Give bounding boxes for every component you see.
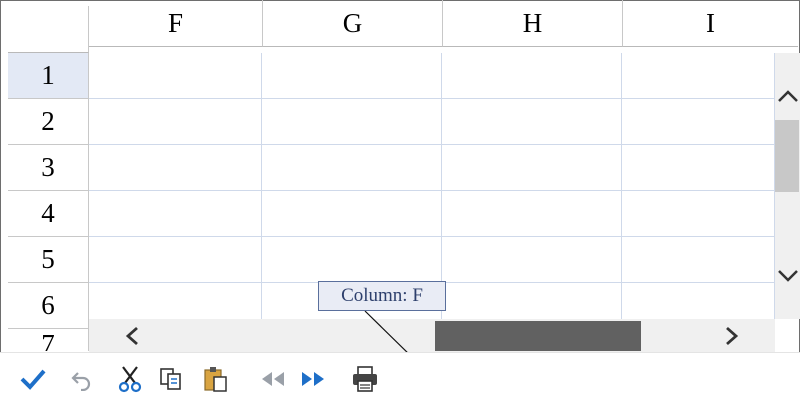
column-tooltip: Column: F xyxy=(318,281,446,311)
copy-icon[interactable] xyxy=(156,364,186,394)
undo-icon[interactable] xyxy=(66,364,96,394)
cut-icon[interactable] xyxy=(115,364,145,394)
checkmark-icon[interactable] xyxy=(18,364,48,394)
toolbar xyxy=(0,352,800,407)
previous-icon[interactable] xyxy=(258,364,288,394)
paste-icon[interactable] xyxy=(201,364,231,394)
next-icon[interactable] xyxy=(298,364,328,394)
tooltip-pointer-line xyxy=(364,310,463,406)
print-icon[interactable] xyxy=(350,364,380,394)
